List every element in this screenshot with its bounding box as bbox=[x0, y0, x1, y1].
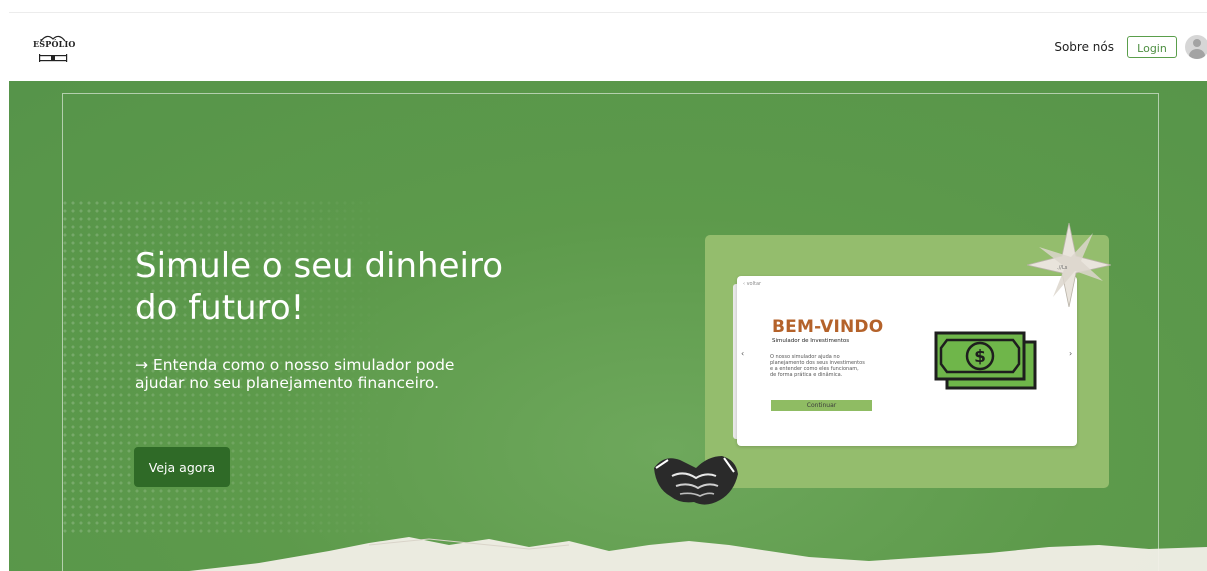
slide-subtitle: Simulador de Investimentos bbox=[772, 338, 850, 344]
slide-body: O nosso simulador ajuda no planejamento … bbox=[770, 354, 865, 378]
money-icon: $ bbox=[934, 331, 1037, 390]
slide-arrow-left: ‹ bbox=[741, 349, 745, 358]
svg-text:$: $ bbox=[974, 347, 986, 367]
slide-back-link: ‹ voltar bbox=[743, 281, 762, 287]
torn-paper-edge bbox=[189, 537, 1207, 571]
slide-continue-button: Continuar bbox=[771, 400, 872, 411]
logo-icon[interactable]: ESPÓLIO bbox=[33, 33, 76, 67]
logo-text: ESPÓLIO bbox=[33, 39, 76, 49]
top-navbar: ESPÓLIO Sobre nós Login bbox=[9, 12, 1207, 82]
preview-slide: ‹ voltar ‹ › BEM-VINDO Simulador de Inve… bbox=[737, 276, 1077, 446]
sparkle-icon: .//Ls bbox=[1027, 223, 1111, 307]
cta-button[interactable]: Veja agora bbox=[134, 447, 230, 487]
slide-title: BEM-VINDO bbox=[772, 317, 884, 337]
handshake-icon bbox=[654, 456, 738, 505]
avatar-icon[interactable] bbox=[1185, 35, 1207, 59]
hero-section: Simule o seu dinheiro do futuro! → Enten… bbox=[9, 81, 1207, 571]
slide-arrow-right: › bbox=[1069, 349, 1073, 358]
hero-title: Simule o seu dinheiro do futuro! bbox=[135, 246, 503, 328]
hero-subtitle: → Entenda como o nosso simulador pode aj… bbox=[135, 356, 455, 392]
login-button[interactable]: Login bbox=[1127, 36, 1177, 58]
svg-text:.//Ls: .//Ls bbox=[1057, 265, 1068, 271]
nav-link-about[interactable]: Sobre nós bbox=[1054, 40, 1114, 54]
